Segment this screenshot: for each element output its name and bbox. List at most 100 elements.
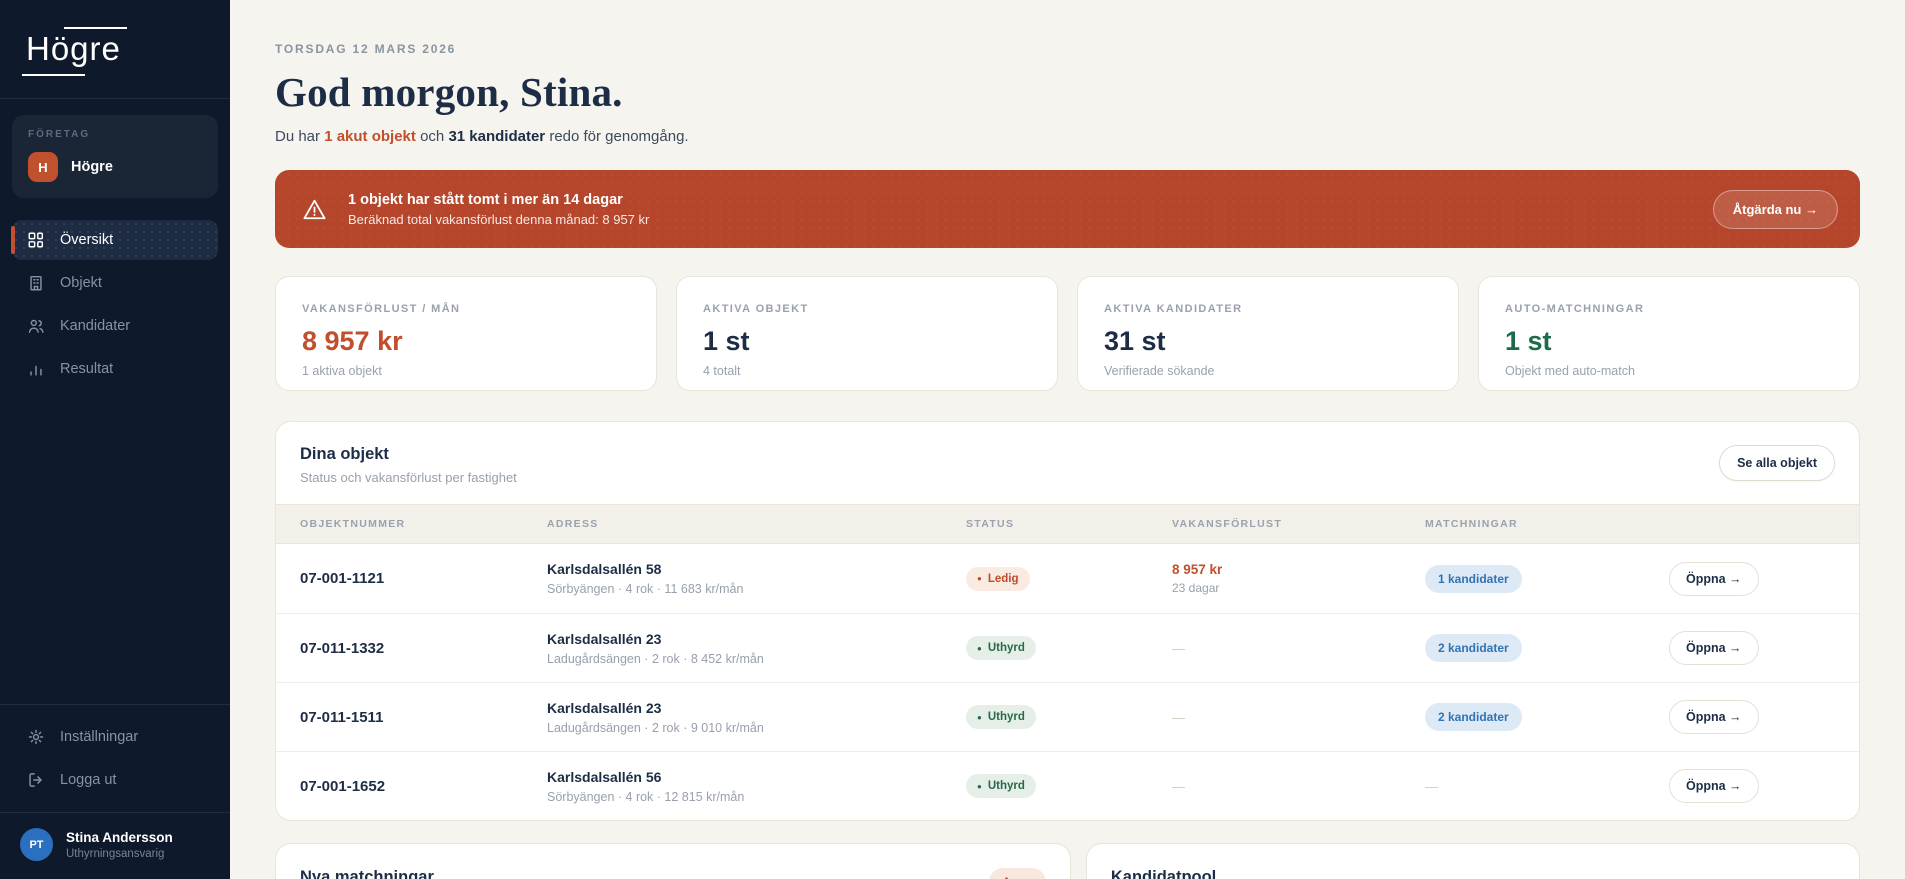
object-number: 07-001-1121 xyxy=(300,570,385,587)
vacancy-loss: — xyxy=(1172,709,1185,725)
sidebar-item-label: Resultat xyxy=(60,361,114,377)
table-row: 07-001-1652 Karlsdalsallén 56 Sörbyängen… xyxy=(276,751,1859,820)
stat-value: 1 st xyxy=(1505,326,1552,356)
stat-sub: 1 aktiva objekt xyxy=(302,364,382,378)
grid-icon xyxy=(28,232,44,248)
stat-sub: Objekt med auto-match xyxy=(1505,364,1635,378)
stat-card-auto-matchningar: AUTO-MATCHNINGAR 1 st Objekt med auto-ma… xyxy=(1478,276,1860,391)
intro-akut-highlight: 1 akut objekt xyxy=(324,128,416,145)
vacancy-loss: — xyxy=(1172,640,1185,656)
avatar: PT xyxy=(20,828,53,861)
alert-title: 1 objekt har stått tomt i mer än 14 daga… xyxy=(348,191,623,208)
stat-card-vakansforlust: VAKANSFÖRLUST / MÅN 8 957 kr 1 aktiva ob… xyxy=(275,276,657,391)
open-object-button[interactable]: Öppna → xyxy=(1669,561,1759,596)
intro-kandidater-highlight: 31 kandidater xyxy=(448,128,546,145)
column-header-vakansforlust: VAKANSFÖRLUST xyxy=(1172,518,1283,530)
logo-area: Högre xyxy=(0,0,230,99)
intro-suffix: redo för genomgång. xyxy=(545,128,689,145)
match-count-badge: 1 kandidater xyxy=(1425,564,1522,593)
warning-icon xyxy=(303,199,326,219)
match-count-badge: 2 kandidater xyxy=(1425,703,1522,731)
table-title: Dina objekt xyxy=(300,445,389,463)
object-details: Ladugårdsängen · 2 rok · 8 452 kr/mån xyxy=(547,651,764,666)
table-subtitle: Status och vakansförlust per fastighet xyxy=(300,470,517,485)
object-number: 07-011-1511 xyxy=(300,708,384,726)
candidate-pool-card: Kandidatpool Hur väl matchar kandidatern… xyxy=(1085,843,1860,879)
intro-middle: och xyxy=(415,128,449,145)
object-details: Sörbyängen · 4 rok · 12 815 kr/mån xyxy=(547,789,745,804)
sidebar-item-label: Översikt xyxy=(60,232,114,248)
alert-subtitle: Beräknad total vakansförlust denna månad… xyxy=(348,211,650,227)
current-date: TORSDAG 12 MARS 2026 xyxy=(275,42,457,56)
new-matches-card: Nya matchningar Kandidater som matchar d… xyxy=(275,843,1071,879)
stat-label: AKTIVA KANDIDATER xyxy=(1104,303,1243,315)
sidebar-footer-nav: Inställningar Logga ut xyxy=(0,704,230,812)
sidebar-item-label: Logga ut xyxy=(60,772,117,788)
sidebar-item-kandidater[interactable]: Kandidater xyxy=(12,306,218,346)
company-card[interactable]: FÖRETAG H Högre xyxy=(12,115,218,198)
object-address: Karlsdalsallén 23 xyxy=(547,630,662,647)
stat-sub: Verifierade sökande xyxy=(1104,364,1215,378)
card-title: Nya matchningar xyxy=(300,868,434,879)
table-row: 07-011-1332 Karlsdalsallén 23 Ladugårdsä… xyxy=(276,613,1859,682)
sidebar-item-installningar[interactable]: Inställningar xyxy=(12,717,218,757)
sidebar: Högre FÖRETAG H Högre Översikt Objekt Ka… xyxy=(0,0,230,879)
sidebar-item-label: Objekt xyxy=(60,275,102,291)
profile-role: Uthyrningsansvarig xyxy=(66,847,165,860)
stat-value: 31 st xyxy=(1104,326,1166,356)
stat-value: 1 st xyxy=(703,326,750,356)
open-object-button[interactable]: Öppna → xyxy=(1669,631,1759,665)
company-name: Högre xyxy=(71,159,113,175)
building-icon xyxy=(30,275,42,291)
new-matches-badge: 4 nya xyxy=(989,868,1046,879)
stat-value: 8 957 kr xyxy=(302,326,403,356)
user-profile[interactable]: PT Stina Andersson Uthyrningsansvarig xyxy=(0,812,230,879)
profile-name: Stina Andersson xyxy=(66,829,173,845)
sidebar-nav: Översikt Objekt Kandidater Resultat xyxy=(0,220,230,389)
stat-sub: 4 totalt xyxy=(703,364,741,378)
stat-cards: VAKANSFÖRLUST / MÅN 8 957 kr 1 aktiva ob… xyxy=(275,276,1860,391)
column-header-matchningar: MATCHNINGAR xyxy=(1425,518,1518,530)
sidebar-item-label: Inställningar xyxy=(60,729,139,745)
open-object-button[interactable]: Öppna → xyxy=(1669,769,1759,803)
status-badge: Uthyrd xyxy=(966,636,1036,660)
column-header-status: STATUS xyxy=(966,518,1015,530)
sidebar-item-resultat[interactable]: Resultat xyxy=(12,349,218,389)
object-address: Karlsdalsallén 23 xyxy=(547,699,662,716)
object-details: Ladugårdsängen · 2 rok · 9 010 kr/mån xyxy=(547,720,764,735)
gear-icon xyxy=(28,729,44,745)
column-header-objektnummer: OBJEKTNUMMER xyxy=(300,518,406,530)
sidebar-item-label: Kandidater xyxy=(60,318,131,334)
card-title: Kandidatpool xyxy=(1110,868,1217,879)
match-count-badge: 2 kandidater xyxy=(1425,634,1522,662)
object-details: Sörbyängen · 4 rok · 11 683 kr/mån xyxy=(547,582,744,596)
app-logo: Högre xyxy=(22,24,127,76)
stat-label: VAKANSFÖRLUST / MÅN xyxy=(302,303,461,315)
see-all-objects-button[interactable]: Se alla objekt xyxy=(1719,445,1835,481)
page-title: God morgon, Stina. xyxy=(275,69,623,115)
sidebar-item-oversikt[interactable]: Översikt xyxy=(11,220,218,260)
intro-line: Du har 1 akut objekt och 31 kandidater r… xyxy=(275,128,1860,145)
table-row: 07-011-1511 Karlsdalsallén 23 Ladugårdsä… xyxy=(276,682,1859,751)
match-count: — xyxy=(1425,778,1438,794)
stat-card-aktiva-kandidater: AKTIVA KANDIDATER 31 st Verifierade söka… xyxy=(1077,276,1459,391)
vacancy-loss: — xyxy=(1172,778,1185,794)
column-header-adress: ADRESS xyxy=(547,518,599,530)
stat-label: AUTO-MATCHNINGAR xyxy=(1505,303,1645,315)
object-address: Karlsdalsallén 56 xyxy=(547,768,662,785)
vacancy-loss: 8 957 kr xyxy=(1172,562,1223,577)
intro-prefix: Du har xyxy=(275,128,325,145)
alert-action-button[interactable]: Åtgärda nu → xyxy=(1712,189,1838,229)
bottom-cards: Nya matchningar Kandidater som matchar d… xyxy=(275,843,1860,879)
status-badge: Uthyrd xyxy=(966,705,1036,729)
object-number: 07-011-1332 xyxy=(300,639,385,657)
sidebar-item-objekt[interactable]: Objekt xyxy=(12,263,218,303)
open-object-button[interactable]: Öppna → xyxy=(1669,700,1759,734)
stat-label: AKTIVA OBJEKT xyxy=(703,303,809,315)
people-icon xyxy=(28,319,44,333)
sidebar-item-logga-ut[interactable]: Logga ut xyxy=(12,760,218,800)
status-badge: Uthyrd xyxy=(966,774,1036,798)
table-header-row: OBJEKTNUMMER ADRESS STATUS VAKANSFÖRLUST… xyxy=(276,504,1859,544)
table-row: 07-001-1121 Karlsdalsallén 58 Sörbyängen… xyxy=(276,544,1859,613)
